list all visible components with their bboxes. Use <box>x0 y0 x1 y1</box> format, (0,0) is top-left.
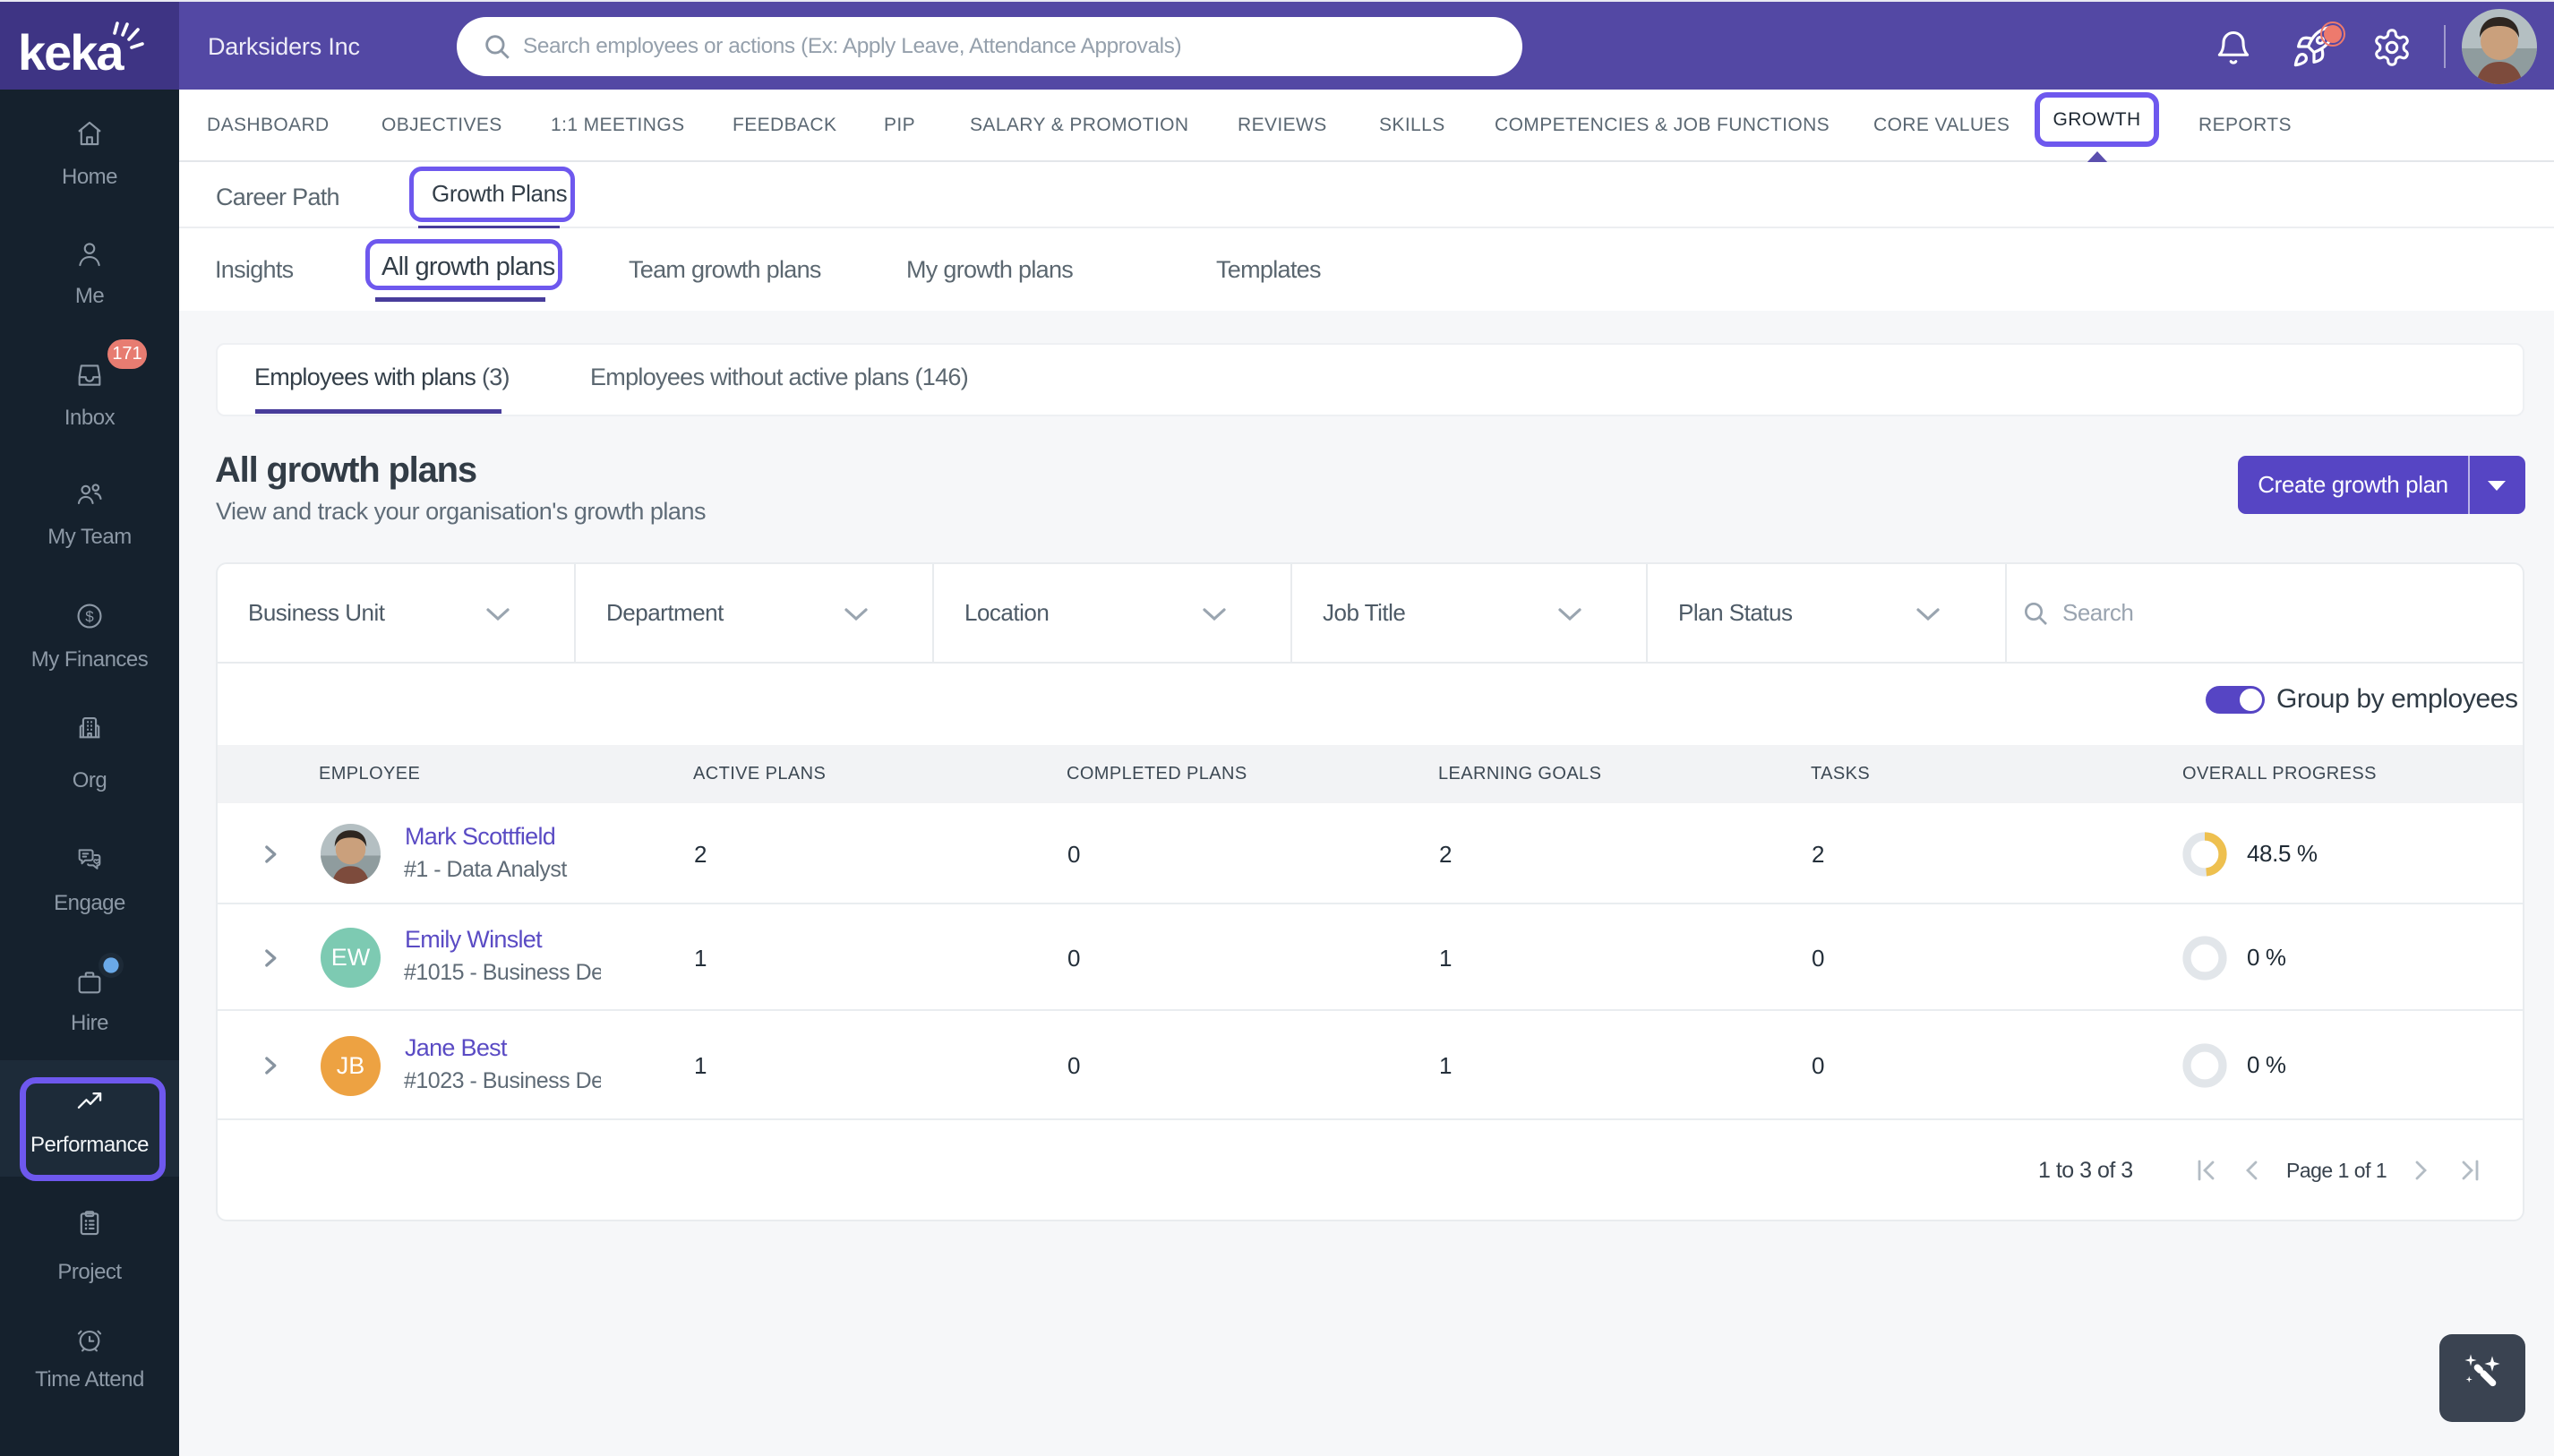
svg-text:keka: keka <box>18 24 124 81</box>
svg-text:$: $ <box>85 608 94 625</box>
